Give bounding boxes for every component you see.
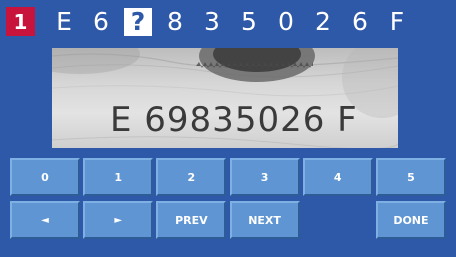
serial-char[interactable]: 6 [346, 8, 374, 36]
keypad-empty-slot [303, 201, 373, 239]
serial-char[interactable]: 8 [161, 8, 189, 36]
prev-button[interactable]: PREV [156, 201, 227, 239]
done-button[interactable]: DONE [375, 201, 446, 239]
key-4[interactable]: 4 [302, 158, 373, 196]
serial-char[interactable]: 0 [272, 8, 300, 36]
key-1[interactable]: 1 [83, 158, 154, 196]
serial-entry-screen: 1 E 6 ? 8 3 5 0 2 6 F E 69835026 F 0 1 2… [0, 0, 456, 257]
keypad: 0 1 2 3 4 5 ◄ ► PREV NEXT DONE [10, 158, 446, 249]
cursor-right-button[interactable]: ► [83, 201, 154, 239]
next-button[interactable]: NEXT [229, 201, 300, 239]
key-0[interactable]: 0 [10, 158, 80, 196]
serial-char[interactable]: E [50, 8, 78, 36]
serial-char[interactable]: 2 [309, 8, 337, 36]
serial-entry-field[interactable]: E 6 ? 8 3 5 0 2 6 F [50, 8, 420, 38]
banknote-serial-number: E 69835026 F [110, 100, 358, 140]
banknote-image: E 69835026 F [52, 48, 398, 148]
serial-char[interactable]: 6 [87, 8, 115, 36]
key-5[interactable]: 5 [375, 158, 446, 196]
key-2[interactable]: 2 [156, 158, 227, 196]
left-arrow-icon: ◄ [41, 214, 49, 226]
serial-char[interactable]: 5 [235, 8, 263, 36]
serial-char[interactable]: 3 [198, 8, 226, 36]
cursor-left-button[interactable]: ◄ [10, 201, 80, 239]
right-arrow-icon: ► [114, 214, 123, 226]
slot-number-badge: 1 [6, 7, 35, 36]
key-3[interactable]: 3 [229, 158, 300, 196]
serial-char[interactable]: F [383, 8, 411, 36]
serial-char-current[interactable]: ? [124, 8, 152, 36]
